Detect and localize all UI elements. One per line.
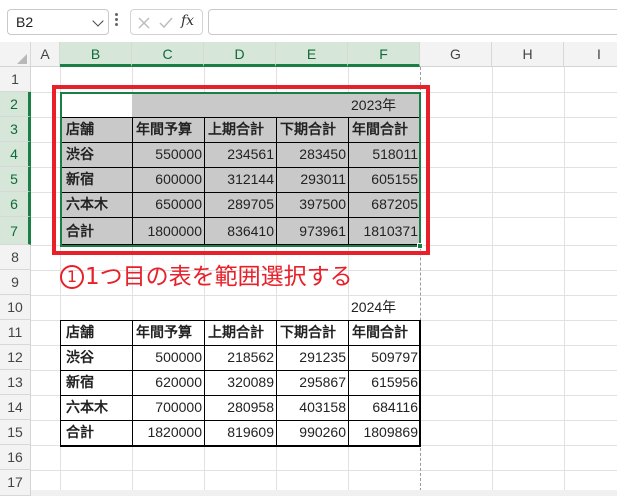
row-header-14[interactable]: 14: [0, 395, 31, 420]
row-header-2[interactable]: 2: [0, 92, 31, 117]
table-cell[interactable]: 1800000: [132, 217, 204, 245]
header-store[interactable]: 店舗: [61, 117, 132, 142]
select-all-button[interactable]: [0, 42, 31, 67]
table-row-label[interactable]: 渋谷: [61, 345, 132, 370]
row-header-8[interactable]: 8: [0, 245, 31, 270]
row-header-17[interactable]: 17: [0, 470, 31, 496]
year-label-2023[interactable]: 2023年: [348, 93, 420, 117]
column-header-h[interactable]: H: [492, 42, 564, 67]
row-header-11[interactable]: 11: [0, 320, 31, 345]
row-header-3[interactable]: 3: [0, 117, 31, 142]
table-cell[interactable]: 1820000: [132, 420, 204, 445]
header-second-half[interactable]: 下期合計: [276, 320, 348, 345]
annotation-text: 1つ目の表を範囲選択する: [85, 264, 353, 290]
table-cell[interactable]: 280958: [204, 395, 276, 420]
annotation-caption: 1 1つ目の表を範囲選択する: [60, 257, 353, 291]
table-row-label[interactable]: 渋谷: [61, 142, 132, 167]
table-cell[interactable]: 1810371: [348, 217, 420, 245]
name-box-value: B2: [16, 14, 34, 30]
table-cell[interactable]: 312144: [204, 167, 276, 192]
table-cell[interactable]: 650000: [132, 192, 204, 217]
table-cell[interactable]: 620000: [132, 370, 204, 395]
table-row-label[interactable]: 新宿: [61, 370, 132, 395]
header-store[interactable]: 店舗: [61, 320, 132, 345]
header-annual[interactable]: 年間合計: [348, 320, 420, 345]
row-header-15[interactable]: 15: [0, 420, 31, 445]
table-row-label[interactable]: 六本木: [61, 395, 132, 420]
table-cell[interactable]: 293011: [276, 167, 348, 192]
table-cell[interactable]: 615956: [348, 370, 420, 395]
table-cell[interactable]: 973961: [276, 217, 348, 245]
table-cell[interactable]: 289705: [204, 192, 276, 217]
header-second-half[interactable]: 下期合計: [276, 117, 348, 142]
table-cell[interactable]: 819609: [204, 420, 276, 445]
column-header-b[interactable]: B: [60, 42, 132, 67]
table-cell[interactable]: 1809869: [348, 420, 420, 445]
row-header-10[interactable]: 10: [0, 295, 31, 320]
table-cell[interactable]: 295867: [276, 370, 348, 395]
row-header-9[interactable]: 9: [0, 270, 31, 295]
table-cell[interactable]: 990260: [276, 420, 348, 445]
table-cell[interactable]: 403158: [276, 395, 348, 420]
row-header-4[interactable]: 4: [0, 142, 31, 167]
row-header-5[interactable]: 5: [0, 167, 31, 192]
row-header-16[interactable]: 16: [0, 445, 31, 470]
table-cell[interactable]: 234561: [204, 142, 276, 167]
table-row-label[interactable]: 合計: [61, 420, 132, 445]
row-header-6[interactable]: 6: [0, 192, 31, 217]
table-cell[interactable]: 218562: [204, 345, 276, 370]
row-header-1[interactable]: 1: [0, 67, 31, 92]
column-header-bar: A B C D E F G H I: [0, 42, 617, 67]
cancel-icon[interactable]: [137, 16, 151, 30]
header-annual[interactable]: 年間合計: [348, 117, 420, 142]
horizontal-scrollbar[interactable]: [31, 490, 617, 496]
column-header-d[interactable]: D: [204, 42, 276, 67]
fill-handle[interactable]: [417, 243, 423, 249]
table-row-label[interactable]: 六本木: [61, 192, 132, 217]
row-header-13[interactable]: 13: [0, 370, 31, 395]
formula-bar: B2 fx: [0, 0, 617, 42]
table-cell[interactable]: 684116: [348, 395, 420, 420]
table-cell[interactable]: 518011: [348, 142, 420, 167]
table-row-label[interactable]: 合計: [61, 217, 132, 245]
table-cell[interactable]: 687205: [348, 192, 420, 217]
header-budget[interactable]: 年間予算: [132, 117, 204, 142]
insert-function-icon[interactable]: fx: [181, 13, 194, 29]
table-row-label[interactable]: 新宿: [61, 167, 132, 192]
table-cell[interactable]: 500000: [132, 345, 204, 370]
header-budget[interactable]: 年間予算: [132, 320, 204, 345]
header-first-half[interactable]: 上期合計: [204, 117, 276, 142]
table-cell[interactable]: 550000: [132, 142, 204, 167]
circled-number: 1: [60, 265, 84, 289]
table-cell[interactable]: 397500: [276, 192, 348, 217]
column-header-i[interactable]: I: [564, 42, 617, 67]
table-cell[interactable]: 600000: [132, 167, 204, 192]
row-header-12[interactable]: 12: [0, 345, 31, 370]
column-header-a[interactable]: A: [31, 42, 60, 67]
header-first-half[interactable]: 上期合計: [204, 320, 276, 345]
table-cell[interactable]: 283450: [276, 142, 348, 167]
column-header-f[interactable]: F: [348, 42, 420, 67]
enter-check-icon[interactable]: [158, 16, 174, 30]
table-cell[interactable]: 291235: [276, 345, 348, 370]
table-cell[interactable]: 509797: [348, 345, 420, 370]
table-cell[interactable]: 700000: [132, 395, 204, 420]
column-header-e[interactable]: E: [276, 42, 348, 67]
table-cell[interactable]: 320089: [204, 370, 276, 395]
more-options-icon[interactable]: [115, 13, 119, 29]
column-header-g[interactable]: G: [420, 42, 492, 67]
formula-controls: fx: [130, 9, 203, 35]
column-header-c[interactable]: C: [132, 42, 204, 67]
row-header-7[interactable]: 7: [0, 217, 31, 245]
year-label-2024[interactable]: 2024年: [348, 295, 420, 320]
formula-input[interactable]: [208, 9, 617, 35]
table-cell[interactable]: 836410: [204, 217, 276, 245]
table-cell[interactable]: 605155: [348, 167, 420, 192]
